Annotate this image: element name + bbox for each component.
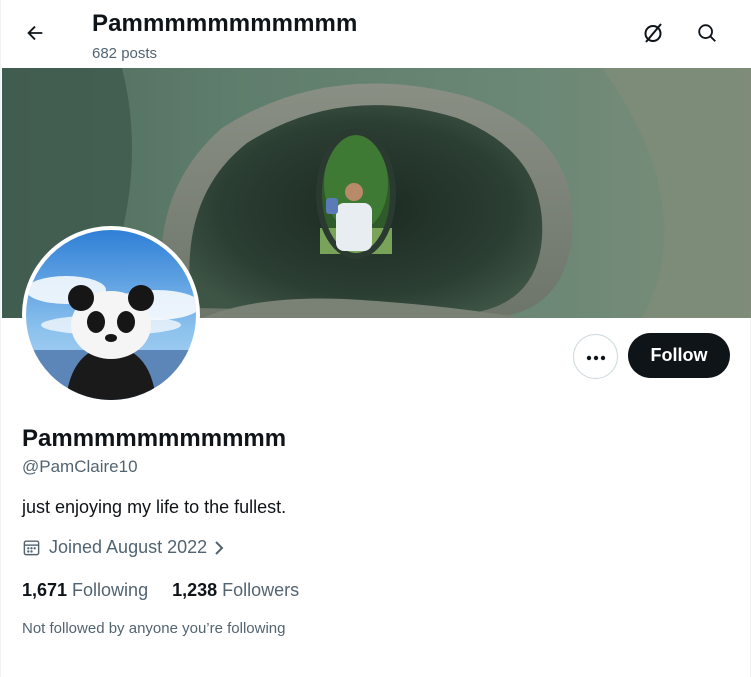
joined-text: Joined August 2022 (49, 537, 208, 557)
top-bar: Pammmmmmmmmmm 682 posts (1, 0, 751, 68)
search-icon (696, 22, 718, 49)
search-button[interactable] (687, 15, 727, 55)
follow-stats: 1,671 Following 1,238 Followers (22, 580, 299, 601)
followers-count: 1,238 (172, 580, 218, 600)
avatar[interactable] (22, 226, 200, 404)
display-name: Pammmmmmmmmmm (22, 425, 287, 452)
more-dots-icon (586, 348, 606, 366)
page-title: Pammmmmmmmmmm (92, 10, 358, 37)
grok-icon (641, 21, 665, 50)
joined-date[interactable]: Joined August 2022 (22, 537, 227, 558)
follow-button[interactable]: Follow (628, 333, 730, 378)
following-label: Following (72, 580, 149, 600)
more-options-button[interactable] (573, 334, 618, 379)
not-followed-notice: Not followed by anyone you’re following (22, 620, 286, 637)
posts-count: 682 posts (92, 45, 158, 62)
back-button[interactable] (15, 15, 55, 55)
calendar-icon (22, 538, 41, 557)
followers-link[interactable]: 1,238 Followers (172, 580, 299, 601)
following-link[interactable]: 1,671 Following (22, 580, 148, 601)
profile-page: Pammmmmmmmmmm 682 posts Follow Pammmmmmm… (0, 0, 751, 677)
chevron-right-icon (211, 539, 227, 557)
arrow-left-icon (24, 22, 46, 49)
user-handle: @PamClaire10 (22, 457, 138, 476)
following-count: 1,671 (22, 580, 68, 600)
followers-label: Followers (222, 580, 300, 600)
grok-button[interactable] (633, 15, 673, 55)
bio: just enjoying my life to the fullest. (22, 497, 287, 517)
